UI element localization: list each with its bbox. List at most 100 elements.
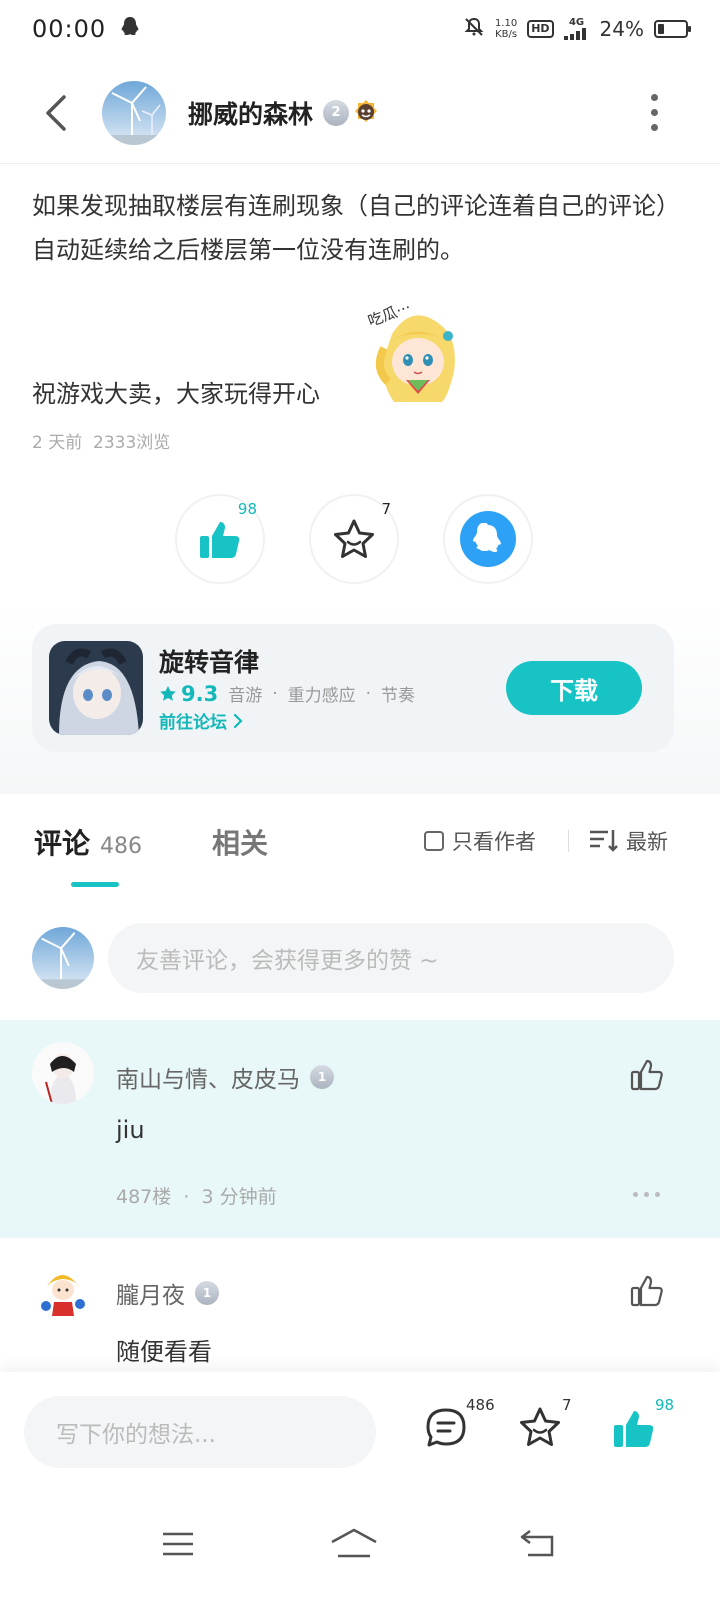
more-dot-icon <box>650 109 658 116</box>
commenter-avatar[interactable] <box>32 1042 94 1104</box>
tabs-divider <box>568 830 569 852</box>
reply-input[interactable]: 写下你的想法... <box>24 1396 376 1468</box>
comment-time: 3 分钟前 <box>201 1186 277 1208</box>
favorite-button[interactable]: 7 <box>309 494 399 584</box>
game-tag: 音游 <box>228 686 263 706</box>
qq-notification-icon <box>120 16 140 42</box>
battery-percent: 24% <box>599 17 644 41</box>
bottom-star-icon[interactable] <box>518 1406 562 1450</box>
mute-bell-icon <box>463 16 485 43</box>
net-speed: 1.10 KB/s <box>495 18 517 40</box>
comment-input-row: 友善评论，会获得更多的赞 ~ <box>0 906 720 1010</box>
chibi-sticker: 吃瓜··· <box>362 296 466 408</box>
post-actions: 98 7 <box>175 494 533 584</box>
tab-comments[interactable]: 评论 486 <box>34 822 142 862</box>
active-tab-indicator <box>71 882 119 887</box>
battery-icon <box>654 20 691 38</box>
game-rating: 9.3 <box>159 682 218 706</box>
back-arrow-icon <box>46 94 66 131</box>
signal-bars-icon <box>563 28 586 40</box>
post-wish-text: 祝游戏大卖，大家玩得开心 <box>32 380 320 408</box>
post-meta: 2 天前 2333浏览 <box>32 428 170 453</box>
author-avatar[interactable] <box>102 80 166 145</box>
favorite-count: 7 <box>381 500 391 518</box>
forum-link[interactable]: 前往论坛 <box>159 708 415 733</box>
post-header: 挪威的森林 2 <box>0 62 720 164</box>
net-speed-unit: KB/s <box>495 29 518 40</box>
game-icon[interactable] <box>49 641 143 735</box>
tab-comments-label: 评论 <box>34 827 91 860</box>
game-title: 旋转音律 <box>159 648 260 677</box>
battery-fill <box>658 24 664 34</box>
signal-indicator: 4G <box>563 17 590 40</box>
system-nav-bar <box>0 1492 720 1600</box>
download-button[interactable]: 下载 <box>506 661 642 715</box>
commenter-name[interactable]: 朧月夜 <box>116 1276 185 1310</box>
comment-item: 朧月夜 1 随便看看 <box>0 1238 720 1372</box>
author-name[interactable]: 挪威的森林 <box>188 95 313 131</box>
comment-tabs: 评论 486 相关 只看作者 最新 <box>0 794 720 894</box>
more-dot-icon <box>655 1192 660 1197</box>
commenter-level-badge: 1 <box>310 1065 334 1089</box>
tab-related[interactable]: 相关 <box>212 822 268 862</box>
hd-badge: HD <box>527 20 554 38</box>
only-author-checkbox[interactable] <box>424 831 444 851</box>
commenter-level-badge: 1 <box>195 1281 219 1305</box>
sort-button[interactable]: 最新 <box>588 826 668 856</box>
home-icon <box>331 1528 377 1558</box>
network-type: 4G <box>568 17 585 28</box>
post-views: 2333浏览 <box>93 433 171 453</box>
net-speed-value: 1.10 <box>494 18 518 29</box>
more-dot-icon <box>650 124 658 131</box>
tag-separator: · <box>365 683 372 704</box>
comment-meta: 487楼 · 3 分钟前 <box>116 1186 277 1208</box>
comment-item: 南山与情、皮皮马 1 jiu 487楼 · 3 分钟前 <box>0 1020 720 1238</box>
share-qq-button[interactable] <box>443 494 533 584</box>
bottom-favorite-count: 7 <box>562 1396 572 1414</box>
level-badge: 2 <box>323 99 350 126</box>
commenter-name[interactable]: 南山与情、皮皮马 <box>116 1060 300 1094</box>
comment-text: jiu <box>116 1116 145 1144</box>
comment-more-button[interactable] <box>633 1192 660 1197</box>
like-count: 98 <box>237 500 257 518</box>
comment-text: 随便看看 <box>116 1338 212 1366</box>
tag-separator: · <box>272 683 278 704</box>
commenter-avatar[interactable] <box>32 1258 94 1320</box>
nav-menu-button[interactable] <box>148 1522 208 1566</box>
bottom-action-bar: 写下你的想法... 486 7 98 <box>0 1372 720 1492</box>
return-icon <box>520 1530 554 1557</box>
nav-home-button[interactable] <box>324 1522 384 1566</box>
game-tag: 重力感应 <box>287 686 356 706</box>
rating-star-icon <box>160 685 176 701</box>
bottom-thumbs-up-icon[interactable] <box>612 1406 656 1450</box>
bottom-like-count: 98 <box>655 1396 675 1414</box>
more-options-button[interactable] <box>644 94 664 131</box>
game-card[interactable]: 旋转音律 9.3 音游 · 重力感应 · 节奏 前往论坛 下载 <box>32 624 674 752</box>
more-dot-icon <box>633 1192 638 1197</box>
commenter-name-row: 南山与情、皮皮马 1 <box>116 1060 334 1094</box>
comment-floor: 487楼 <box>116 1186 172 1208</box>
post-time: 2 天前 <box>32 433 83 453</box>
like-button[interactable]: 98 <box>175 494 265 584</box>
my-avatar <box>32 927 94 989</box>
back-button[interactable] <box>36 93 76 133</box>
tab-comments-count: 486 <box>100 834 143 859</box>
status-bar: 00:00 1.10 KB/s HD 4G 24% <box>0 0 720 58</box>
comment-like-icon[interactable] <box>630 1274 664 1308</box>
sort-icon <box>590 830 618 852</box>
more-dot-icon <box>650 94 658 101</box>
rating-value: 9.3 <box>181 681 219 706</box>
thumbs-up-icon <box>200 522 240 558</box>
comment-bubble-icon[interactable] <box>424 1406 468 1450</box>
bottom-comment-count: 486 <box>466 1396 495 1414</box>
status-time: 00:00 <box>32 15 107 43</box>
comment-input[interactable]: 友善评论，会获得更多的赞 ~ <box>108 923 674 993</box>
game-tag: 节奏 <box>381 686 416 706</box>
comment-like-icon[interactable] <box>630 1058 664 1092</box>
nav-back-button[interactable] <box>508 1522 568 1566</box>
chevron-right-icon <box>233 713 243 728</box>
only-author-toggle[interactable]: 只看作者 <box>424 826 536 856</box>
only-author-label: 只看作者 <box>452 830 536 854</box>
sort-label: 最新 <box>626 830 668 854</box>
medal-icon <box>351 98 381 128</box>
